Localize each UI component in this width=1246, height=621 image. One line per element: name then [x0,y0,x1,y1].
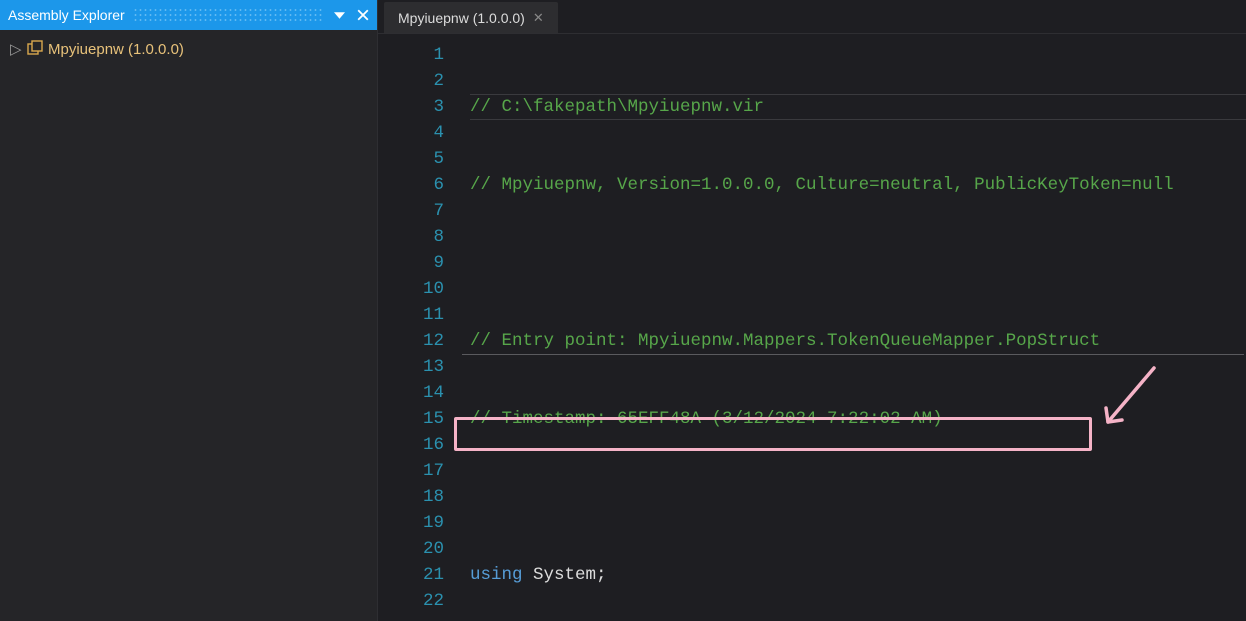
close-tab-icon[interactable]: ✕ [533,10,544,26]
header-grip[interactable] [133,8,323,22]
code-line: // Timestamp: 65EFF48A (3/12/2024 7:22:0… [470,406,1246,432]
panel-title: Assembly Explorer [8,7,125,23]
tab-label: Mpyiuepnw (1.0.0.0) [398,10,525,26]
expand-icon[interactable]: ▷ [10,40,22,58]
tree-item-label: Mpyiuepnw (1.0.0.0) [48,41,184,58]
tree-item-assembly[interactable]: ▷ Mpyiuepnw (1.0.0.0) [4,38,373,60]
code-line: // Entry point: Mpyiuepnw.Mappers.TokenQ… [470,328,1246,354]
section-separator [462,354,1244,355]
code-line [470,250,1246,276]
code-line [470,484,1246,510]
assembly-tree[interactable]: ▷ Mpyiuepnw (1.0.0.0) [0,30,377,68]
editor-area: Mpyiuepnw (1.0.0.0) ✕ 1 2 3 4 5 6 7 8 9 … [378,0,1246,621]
tab-bar[interactable]: Mpyiuepnw (1.0.0.0) ✕ [378,0,1246,34]
assembly-icon [26,40,44,58]
code-line: // C:\fakepath\Mpyiuepnw.vir [470,94,1246,120]
document-tab[interactable]: Mpyiuepnw (1.0.0.0) ✕ [384,2,558,33]
assembly-explorer-panel: Assembly Explorer ▷ Mpyiuepnw (1.0.0.0) [0,0,378,621]
code-line: using System; [470,562,1246,588]
code-line: // Mpyiuepnw, Version=1.0.0.0, Culture=n… [470,172,1246,198]
code-content[interactable]: // C:\fakepath\Mpyiuepnw.vir // Mpyiuepn… [462,34,1246,621]
panel-menu-icon[interactable] [331,7,347,23]
assembly-explorer-header[interactable]: Assembly Explorer [0,0,377,30]
code-editor[interactable]: 1 2 3 4 5 6 7 8 9 10 11 12 13 14 15 16 1… [378,34,1246,621]
line-gutter: 1 2 3 4 5 6 7 8 9 10 11 12 13 14 15 16 1… [378,34,462,621]
close-icon[interactable] [355,7,371,23]
